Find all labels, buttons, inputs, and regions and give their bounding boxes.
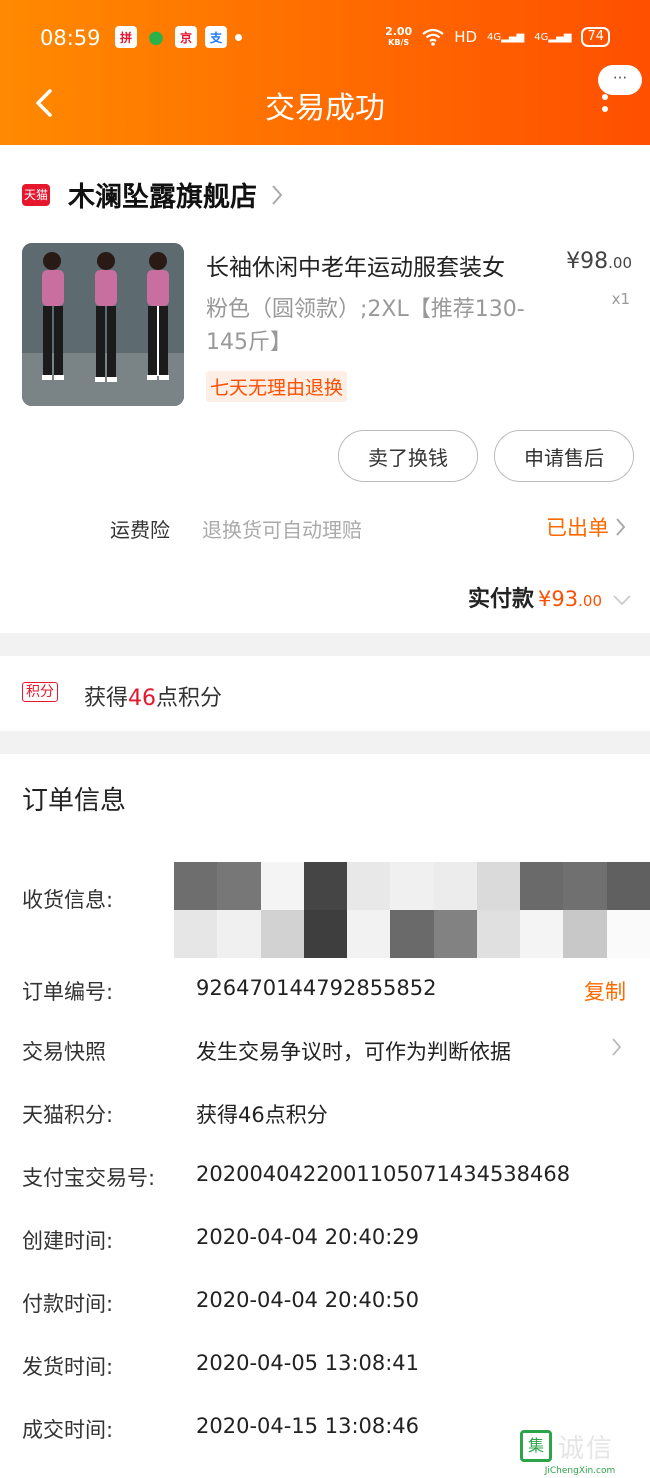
tmall-logo-icon: 天猫 bbox=[22, 183, 50, 206]
paid-time-label: 付款时间: bbox=[22, 1292, 114, 1316]
paid-time: 2020-04-04 20:40:50 bbox=[196, 1288, 420, 1312]
status-indicators: 2.00 KB/S HD 4G▂▄▆ 4G▂▄▆ 74 bbox=[385, 26, 610, 48]
actual-payment-amount: ¥93.00 bbox=[538, 587, 602, 611]
status-bar: 08:59 拼 ● 京 支 2.00 KB/S HD 4G▂▄▆ 4G▂▄▆ 7… bbox=[0, 22, 650, 58]
notification-dot-icon bbox=[235, 33, 242, 41]
chevron-right-icon bbox=[272, 184, 283, 205]
page-title: 交易成功 bbox=[265, 91, 385, 126]
shipping-insurance-status[interactable]: 已出单 bbox=[546, 512, 626, 542]
points-card: 积分 获得46点积分 bbox=[0, 656, 650, 731]
wechat-icon: ● bbox=[148, 26, 164, 48]
order-number-label: 订单编号: bbox=[22, 980, 114, 1004]
points-text: 获得46点积分 bbox=[84, 686, 223, 711]
shipped-time-label: 发货时间: bbox=[22, 1355, 114, 1379]
product-quantity: x1 bbox=[611, 290, 630, 308]
chevron-right-icon bbox=[616, 518, 626, 536]
wifi-icon bbox=[422, 28, 444, 46]
status-app-icons: 拼 ● 京 支 bbox=[115, 26, 242, 48]
product-sku: 粉色（圆领款）;2XL【推荐130-145斤】 bbox=[206, 297, 525, 355]
product-title[interactable]: 长袖休闲中老年运动服套装女 bbox=[206, 248, 505, 282]
watermark-logo: 集 诚信 JiChengXin.com bbox=[520, 1428, 640, 1476]
signal-icon: 4G▂▄▆ bbox=[487, 31, 525, 43]
status-time: 08:59 bbox=[40, 26, 101, 50]
shipped-time: 2020-04-05 13:08:41 bbox=[196, 1351, 420, 1375]
tmall-points-value: 获得46点积分 bbox=[196, 1103, 328, 1127]
pinduoduo-icon: 拼 bbox=[115, 26, 137, 48]
header: 08:59 拼 ● 京 支 2.00 KB/S HD 4G▂▄▆ 4G▂▄▆ 7… bbox=[0, 0, 650, 145]
created-time: 2020-04-04 20:40:29 bbox=[196, 1225, 420, 1249]
order-number: 926470144792855852 bbox=[196, 976, 437, 1000]
shop-name: 木澜坠露旗舰店 bbox=[68, 182, 257, 213]
shipping-info-label: 收货信息: bbox=[22, 888, 114, 912]
after-sale-button[interactable]: 申请售后 bbox=[494, 430, 634, 482]
snapshot-value[interactable]: 发生交易争议时，可作为判断依据 bbox=[196, 1036, 511, 1066]
created-time-label: 创建时间: bbox=[22, 1229, 114, 1253]
closed-time: 2020-04-15 13:08:46 bbox=[196, 1414, 420, 1438]
nav-bar: 交易成功 bbox=[0, 65, 650, 140]
alipay-number-label: 支付宝交易号: bbox=[22, 1166, 156, 1190]
points-tag: 积分 bbox=[22, 682, 58, 702]
actual-payment[interactable]: 实付款 ¥93.00 bbox=[468, 581, 632, 613]
shipping-insurance-label: 运费险 bbox=[110, 518, 170, 542]
chevron-right-icon[interactable] bbox=[611, 1037, 622, 1057]
actual-payment-label: 实付款 bbox=[468, 587, 535, 612]
net-speed: 2.00 KB/S bbox=[385, 25, 413, 47]
alipay-icon: 支 bbox=[205, 26, 227, 48]
jd-icon: 京 bbox=[175, 26, 197, 48]
alipay-number: 2020040422001105071434538468 bbox=[196, 1162, 571, 1186]
snapshot-label[interactable]: 交易快照 bbox=[22, 1036, 106, 1066]
copy-button[interactable]: 复制 bbox=[584, 976, 626, 1006]
sell-button[interactable]: 卖了换钱 bbox=[338, 430, 478, 482]
closed-time-label: 成交时间: bbox=[22, 1418, 114, 1442]
return-policy-tag: 七天无理由退换 bbox=[206, 371, 348, 402]
signal-icon: 4G▂▄▆ bbox=[534, 31, 572, 43]
order-info-title: 订单信息 bbox=[22, 786, 127, 816]
product-image[interactable] bbox=[22, 243, 184, 406]
shipping-insurance-text: 退换货可自动理赔 bbox=[202, 518, 362, 542]
product-price: ¥98.00 bbox=[566, 249, 632, 274]
shop-link[interactable]: 天猫 木澜坠露旗舰店 bbox=[22, 175, 283, 214]
battery-icon: 74 bbox=[581, 27, 610, 47]
order-product-card: 天猫 木澜坠露旗舰店 长袖休闲中老年运动服套装女 ¥98.00 x1 粉色（圆领… bbox=[0, 145, 650, 633]
hd-indicator: HD bbox=[454, 28, 478, 46]
message-bubble[interactable]: ··· bbox=[598, 65, 642, 95]
shipping-info-redacted bbox=[174, 862, 650, 958]
order-info-card: 订单信息 收货信息: 订单编号: 926470144792855852 复制 交… bbox=[0, 754, 650, 1478]
tmall-points-label: 天猫积分: bbox=[22, 1103, 114, 1127]
chevron-down-icon bbox=[613, 595, 631, 606]
